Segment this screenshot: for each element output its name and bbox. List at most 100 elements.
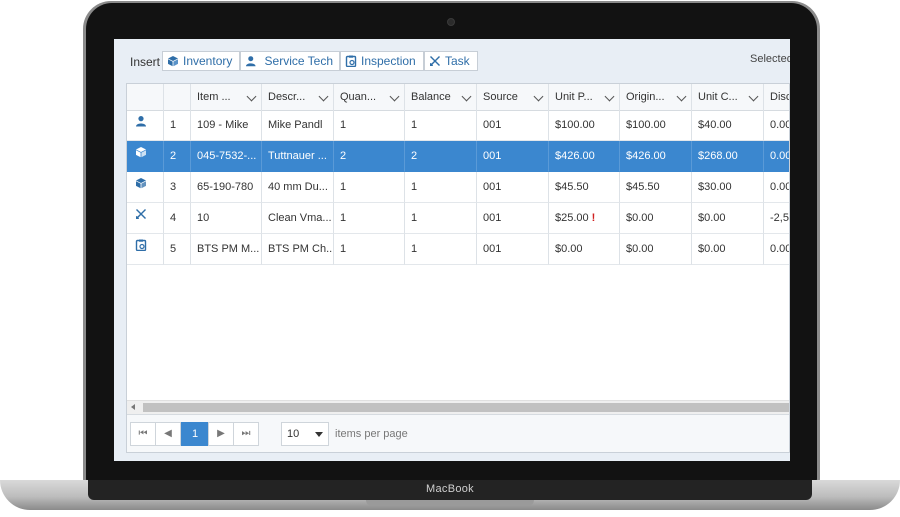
cell-original: $0.00 (620, 203, 692, 234)
last-page-button[interactable]: ⏭ (233, 422, 259, 446)
chevron-down-icon[interactable] (604, 91, 615, 102)
cell-description: 40 mm Du... (262, 172, 334, 203)
alert-icon: ! (591, 212, 596, 224)
cell-unit-cost: $30.00 (692, 172, 764, 203)
box-icon (135, 172, 147, 201)
cell-original: $100.00 (620, 110, 692, 141)
person-icon (245, 56, 256, 67)
insert-label: Insert (130, 55, 161, 69)
cell-discount: 0.00 (764, 172, 789, 203)
cell-description: BTS PM Ch... (262, 234, 334, 265)
insert-service-tech-label: Service Tech (264, 54, 333, 68)
prev-page-button[interactable]: ◀ (155, 422, 181, 446)
first-page-button[interactable]: ⏮ (130, 422, 156, 446)
cell-discount: -2,50 (764, 203, 789, 234)
chevron-down-icon[interactable] (318, 91, 329, 102)
cell-description: Mike Pandl (262, 110, 334, 141)
header-type (127, 84, 164, 110)
cell-unit-price: $25.00! (549, 203, 620, 234)
pager: ⏮ ◀ 1 ▶ ⏭ 10 items per page (127, 414, 789, 452)
cell-source: 001 (477, 110, 549, 141)
app-screen: Insert Inventory Service Tech Inspection… (114, 39, 790, 461)
cell-discount: 0.00 (764, 234, 789, 265)
cell-discount: 0.00 (764, 141, 789, 172)
laptop-brand: MacBook (426, 483, 474, 495)
scrollbar-thumb[interactable] (143, 403, 789, 412)
cell-item: BTS PM M... (191, 234, 262, 265)
header-discount[interactable]: Disco (764, 84, 789, 110)
cell-quantity: 2 (334, 141, 405, 172)
cell-balance: 1 (405, 110, 477, 141)
chevron-down-icon[interactable] (533, 91, 544, 102)
cell-description: Clean Vma... (262, 203, 334, 234)
cell-description: Tuttnauer ... (262, 141, 334, 172)
cell-item: 65-190-780 (191, 172, 262, 203)
cell-unit-price: $45.50 (549, 172, 620, 203)
header-unit-cost[interactable]: Unit C... (692, 84, 764, 110)
row-number: 4 (164, 203, 191, 234)
chevron-down-icon[interactable] (246, 91, 257, 102)
cell-balance: 1 (405, 172, 477, 203)
next-page-button[interactable]: ▶ (208, 422, 234, 446)
header-number (164, 84, 191, 110)
insert-inspection-label: Inspection (361, 54, 416, 68)
chevron-down-icon[interactable] (676, 91, 687, 102)
box-icon (168, 56, 178, 67)
dropdown-arrow-icon (315, 432, 323, 437)
header-description[interactable]: Descr... (262, 84, 334, 110)
clipboard-icon (135, 234, 147, 263)
cell-item: 10 (191, 203, 262, 234)
cell-source: 001 (477, 203, 549, 234)
page-button-current[interactable]: 1 (181, 422, 209, 446)
row-number: 2 (164, 141, 191, 172)
header-unit-price[interactable]: Unit P... (549, 84, 620, 110)
chevron-down-icon[interactable] (389, 91, 400, 102)
cell-unit-cost: $268.00 (692, 141, 764, 172)
items-per-page-label: items per page (335, 428, 408, 440)
insert-service-tech-button[interactable]: Service Tech (240, 51, 340, 71)
cell-discount: 0.00 (764, 110, 789, 141)
header-source[interactable]: Source (477, 84, 549, 110)
insert-inspection-button[interactable]: Inspection (340, 51, 424, 71)
cell-original: $426.00 (620, 141, 692, 172)
cell-source: 001 (477, 141, 549, 172)
cell-balance: 1 (405, 203, 477, 234)
cell-item: 109 - Mike (191, 110, 262, 141)
clipboard-icon (345, 55, 357, 67)
tools-icon (135, 203, 147, 232)
cell-quantity: 1 (334, 172, 405, 203)
cell-unit-price: $0.00 (549, 234, 620, 265)
insert-toolbar: Insert Inventory Service Tech Inspection… (114, 39, 790, 83)
page-size-select[interactable]: 10 (281, 422, 329, 446)
camera-icon (447, 18, 455, 26)
header-balance[interactable]: Balance (405, 84, 477, 110)
row-number: 1 (164, 110, 191, 141)
header-quantity[interactable]: Quan... (334, 84, 405, 110)
selected-label: Selected (750, 53, 790, 65)
grid-header: Item ... Descr... Quan... Balance Source… (127, 84, 789, 111)
cell-balance: 1 (405, 234, 477, 265)
cell-quantity: 1 (334, 234, 405, 265)
header-item[interactable]: Item ... (191, 84, 262, 110)
cell-unit-cost: $40.00 (692, 110, 764, 141)
cell-original: $45.50 (620, 172, 692, 203)
line-items-grid: Item ... Descr... Quan... Balance Source… (126, 83, 790, 453)
cell-type (127, 141, 164, 172)
person-icon (135, 110, 147, 139)
header-original[interactable]: Origin... (620, 84, 692, 110)
row-number: 5 (164, 234, 191, 265)
chevron-down-icon[interactable] (748, 91, 759, 102)
cell-unit-cost: $0.00 (692, 203, 764, 234)
scroll-left-icon[interactable] (131, 404, 135, 410)
tools-icon (430, 56, 440, 66)
insert-inventory-button[interactable]: Inventory (162, 51, 240, 71)
horizontal-scrollbar[interactable] (127, 400, 789, 414)
cell-type (127, 172, 164, 203)
cell-unit-price: $426.00 (549, 141, 620, 172)
chevron-down-icon[interactable] (461, 91, 472, 102)
insert-task-button[interactable]: Task (424, 51, 478, 71)
cell-source: 001 (477, 234, 549, 265)
cell-quantity: 1 (334, 203, 405, 234)
box-icon (135, 141, 147, 170)
cell-type (127, 234, 164, 265)
